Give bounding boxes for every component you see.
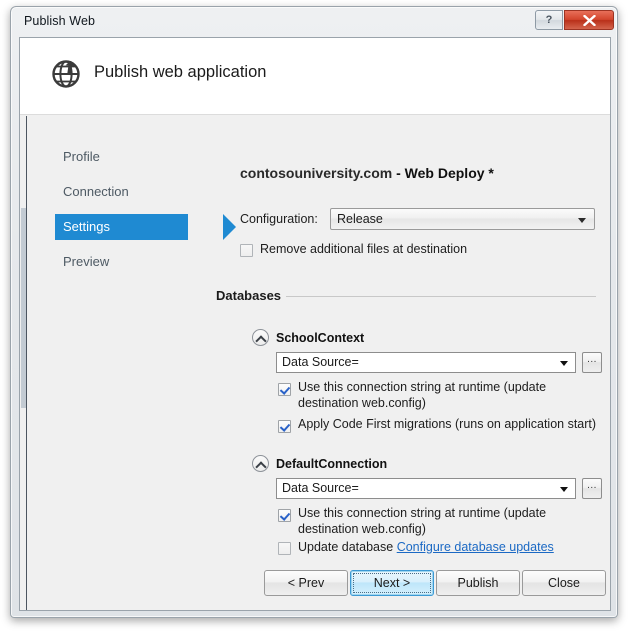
defaultconnection-name: DefaultConnection [276,457,388,471]
help-icon-button[interactable]: ? [535,10,563,30]
close-button[interactable]: Close [522,570,606,596]
publish-button-label: Publish [457,576,499,590]
remove-additional-files-checkbox[interactable] [240,244,253,257]
defaultconnection-update-database-row: Update database Configure database updat… [298,539,554,555]
dialog-header: Publish web application [20,38,610,115]
chevron-down-icon [560,487,568,492]
window-title: Publish Web [24,14,96,28]
databases-group-divider [286,296,596,297]
prev-button[interactable]: < Prev [264,570,348,596]
defaultconnection-browse-button[interactable]: ... [582,478,602,499]
sidebar-item-preview[interactable]: Preview [55,249,109,275]
title-bar[interactable]: Publish Web ? [11,7,617,39]
defaultconnection-update-database-label: Update database [298,540,394,554]
globe-publish-icon [52,60,80,88]
schoolcontext-connection-string-value: Data Source= [282,355,359,369]
next-button[interactable]: Next > [350,570,434,596]
sidebar-item-settings[interactable]: Settings [55,214,236,240]
defaultconnection-expander[interactable] [252,455,269,472]
header-title: Publish web application [94,63,267,81]
defaultconnection-use-connection-string-label: Use this connection string at runtime (u… [298,506,547,536]
publish-web-dialog: Publish Web ? Publish web application Pr… [10,6,618,618]
remove-additional-files-label: Remove additional files at destination [260,242,468,256]
databases-group-label: Databases [216,288,282,303]
configuration-value: Release [337,212,383,226]
schoolcontext-apply-migrations-label: Apply Code First migrations (runs on app… [298,417,597,431]
sidebar-item-profile[interactable]: Profile [55,144,100,170]
sidebar-item-label: Connection [63,184,129,199]
schoolcontext-use-connection-string-label: Use this connection string at runtime (u… [298,380,547,410]
defaultconnection-use-connection-string-checkbox[interactable] [278,509,291,522]
defaultconnection-connection-string-value: Data Source= [282,481,359,495]
settings-panel: contosouniversity.com - Web Deploy * Con… [216,116,610,610]
sidebar-item-label: Preview [63,254,110,269]
sidebar-scroll-thumb[interactable] [21,208,26,408]
close-button-label: Close [548,576,580,590]
sidebar-scroll-rail[interactable] [20,116,27,610]
close-icon-button[interactable] [564,10,614,30]
sidebar-item-connection[interactable]: Connection [55,179,129,205]
close-icon [582,14,596,26]
wizard-sidebar: Profile Connection Settings Preview [20,116,236,610]
schoolcontext-expander[interactable] [252,329,269,346]
chevron-down-icon [560,361,568,366]
schoolcontext-connection-string-select[interactable]: Data Source= [276,352,576,373]
schoolcontext-name: SchoolContext [276,331,365,345]
prev-button-label: < Prev [287,576,325,590]
defaultconnection-connection-string-select[interactable]: Data Source= [276,478,576,499]
sidebar-item-label: Profile [63,149,100,164]
configure-database-updates-link[interactable]: Configure database updates [397,540,554,554]
project-separator: - [392,165,405,181]
schoolcontext-use-connection-string-checkbox[interactable] [278,383,291,396]
dialog-client-area: Publish web application Profile Connecti… [19,37,611,611]
schoolcontext-browse-button[interactable]: ... [582,352,602,373]
chevron-down-icon [578,218,586,223]
sidebar-item-label: Settings [63,219,110,234]
configuration-label: Configuration: [240,212,318,226]
configuration-select[interactable]: Release [330,208,595,230]
page-title: contosouniversity.com - Web Deploy * [240,165,494,181]
project-method: Web Deploy * [404,165,494,181]
project-name: contosouniversity.com [240,165,393,181]
dialog-button-bar: < Prev Next > Publish Close [20,558,610,610]
focus-indicator [353,573,431,593]
defaultconnection-update-database-checkbox[interactable] [278,542,291,555]
schoolcontext-apply-migrations-checkbox[interactable] [278,420,291,433]
publish-button[interactable]: Publish [436,570,520,596]
